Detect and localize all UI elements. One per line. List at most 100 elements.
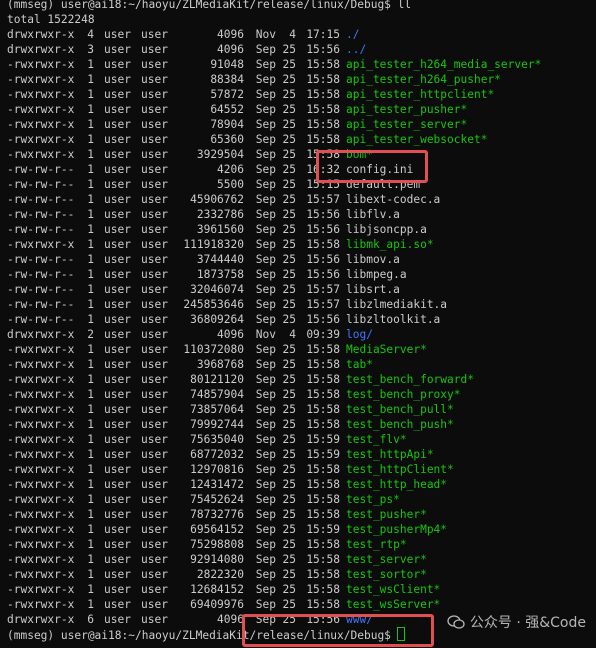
entry-day: 25 xyxy=(282,508,296,521)
entry-filename[interactable]: api_tester_h264_media_server* xyxy=(346,58,541,71)
file-entry-row: -rwxrwxr-x 1 user user 91048 Sep 25 15:58 api_te… xyxy=(7,57,596,72)
file-entry-row: -rwxrwxr-x 1 user user 80121120 Sep 25 15:58 tes… xyxy=(7,372,596,387)
entry-perm: -rwxrwxr-x xyxy=(7,553,75,566)
entry-filename[interactable]: ../ xyxy=(346,43,366,56)
entry-filename[interactable]: test_bench_push* xyxy=(346,418,454,431)
entry-links: 1 xyxy=(87,568,94,581)
file-entry-row: -rwxrwxr-x 1 user user 69564152 Sep 25 15:59 tes… xyxy=(7,522,596,537)
entry-day: 25 xyxy=(282,148,296,161)
entry-time: 15:58 xyxy=(306,418,340,431)
entry-size: 69409976 xyxy=(190,598,244,611)
entry-links: 1 xyxy=(87,433,94,446)
entry-size: 32046074 xyxy=(190,283,244,296)
entry-time: 15:58 xyxy=(306,508,340,521)
entry-month: Sep xyxy=(255,148,276,161)
entry-filename[interactable]: test_sortor* xyxy=(346,568,427,581)
entry-month: Sep xyxy=(255,283,276,296)
entry-filename[interactable]: libzltoolkit.a xyxy=(346,313,440,326)
entry-filename[interactable]: test_ps* xyxy=(346,493,400,506)
entry-month: Sep xyxy=(255,193,276,206)
entry-owner: user xyxy=(104,268,131,281)
file-entry-row: -rw-rw-r-- 1 user user 2332786 Sep 25 15:56 libf… xyxy=(7,207,596,222)
entry-filename[interactable]: api_tester_h264_pusher* xyxy=(346,73,501,86)
entry-month: Sep xyxy=(255,508,276,521)
entry-size: 75635040 xyxy=(190,433,244,446)
entry-owner: user xyxy=(104,73,131,86)
entry-filename[interactable]: MediaServer* xyxy=(346,343,427,356)
entry-perm: -rwxrwxr-x xyxy=(7,418,75,431)
entry-group: user xyxy=(141,268,168,281)
entry-owner: user xyxy=(104,448,131,461)
entry-day: 25 xyxy=(282,193,296,206)
entry-filename[interactable]: test_server* xyxy=(346,553,427,566)
entry-owner: user xyxy=(104,433,131,446)
entry-day: 25 xyxy=(282,448,296,461)
entry-day: 25 xyxy=(282,223,296,236)
entry-filename[interactable]: test_http_head* xyxy=(346,478,447,491)
entry-filename[interactable]: libext-codec.a xyxy=(346,193,440,206)
entry-filename[interactable]: test_bench_proxy* xyxy=(346,388,461,401)
file-entry-row: -rwxrwxr-x 1 user user 3968768 Sep 25 15:58 tab* xyxy=(7,357,596,372)
entry-filename[interactable]: test_pusher* xyxy=(346,508,427,521)
file-entry-row: -rwxrwxr-x 1 user user 57872 Sep 25 15:58 api_te… xyxy=(7,87,596,102)
entry-perm: -rwxrwxr-x xyxy=(7,463,75,476)
entry-links: 1 xyxy=(87,223,94,236)
entry-filename[interactable]: test_rtp* xyxy=(346,538,407,551)
entry-owner: user xyxy=(104,133,131,146)
entry-owner: user xyxy=(104,583,131,596)
watermark-text: 公众号 · 强&Code xyxy=(469,615,586,631)
entry-filename[interactable]: api_tester_httpclient* xyxy=(346,88,494,101)
entry-filename[interactable]: api_tester_websocket* xyxy=(346,133,487,146)
entry-filename[interactable]: api_tester_server* xyxy=(346,118,467,131)
entry-time: 15:58 xyxy=(306,118,340,131)
entry-month: Sep xyxy=(255,223,276,236)
entry-month: Sep xyxy=(255,238,276,251)
entry-time: 15:56 xyxy=(306,313,340,326)
entry-filename[interactable]: libflv.a xyxy=(346,208,400,221)
entry-filename[interactable]: log/ xyxy=(346,328,373,341)
entry-size: 78732776 xyxy=(190,508,244,521)
entry-group: user xyxy=(141,88,168,101)
entry-day: 25 xyxy=(282,298,296,311)
entry-filename[interactable]: libmov.a xyxy=(346,253,400,266)
entry-month: Sep xyxy=(255,598,276,611)
entry-day: 25 xyxy=(282,523,296,536)
entry-group: user xyxy=(141,283,168,296)
entry-owner: user xyxy=(104,418,131,431)
entry-perm: -rwxrwxr-x xyxy=(7,148,75,161)
entry-filename[interactable]: test_wsServer* xyxy=(346,598,440,611)
terminal-window[interactable]: (mmseg) user@ai18:~/haoyu/ZLMediaKit/rel… xyxy=(7,0,596,642)
file-entry-row: -rwxrwxr-x 1 user user 75635040 Sep 25 15:59 tes… xyxy=(7,432,596,447)
entry-filename[interactable]: ./ xyxy=(346,28,359,41)
entry-size: 12431472 xyxy=(190,478,244,491)
entry-links: 1 xyxy=(87,268,94,281)
entry-filename[interactable]: api_tester_pusher* xyxy=(346,103,467,116)
entry-size: 73857064 xyxy=(190,403,244,416)
entry-month: Sep xyxy=(255,253,276,266)
entry-filename[interactable]: tab* xyxy=(346,358,373,371)
entry-links: 1 xyxy=(87,253,94,266)
entry-filename[interactable]: libmpeg.a xyxy=(346,268,407,281)
entry-links: 4 xyxy=(87,28,94,41)
file-entry-row: -rwxrwxr-x 1 user user 73857064 Sep 25 15:58 tes… xyxy=(7,402,596,417)
entry-filename[interactable]: test_httpApi* xyxy=(346,448,434,461)
entry-month: Sep xyxy=(255,268,276,281)
entry-filename[interactable]: libmk_api.so* xyxy=(346,238,434,251)
entry-filename[interactable]: test_httpClient* xyxy=(346,463,454,476)
file-entry-row: -rwxrwxr-x 1 user user 12431472 Sep 25 15:58 tes… xyxy=(7,477,596,492)
entry-filename[interactable]: test_bench_forward* xyxy=(346,373,474,386)
entry-size: 75452624 xyxy=(190,493,244,506)
entry-filename[interactable]: libzlmediakit.a xyxy=(346,298,447,311)
entry-filename[interactable]: test_wsClient* xyxy=(346,583,440,596)
entry-filename[interactable]: libjsoncpp.a xyxy=(346,223,427,236)
entry-size: 4096 xyxy=(217,613,244,626)
entry-day: 25 xyxy=(282,238,296,251)
entry-filename[interactable]: test_pusherMp4* xyxy=(346,523,447,536)
entry-filename[interactable]: test_bench_pull* xyxy=(346,403,454,416)
entry-filename[interactable]: libsrt.a xyxy=(346,283,400,296)
entry-filename[interactable]: test_flv* xyxy=(346,433,407,446)
entry-links: 2 xyxy=(87,328,94,341)
entry-owner: user xyxy=(104,28,131,41)
entry-day: 25 xyxy=(282,403,296,416)
entry-day: 25 xyxy=(282,418,296,431)
